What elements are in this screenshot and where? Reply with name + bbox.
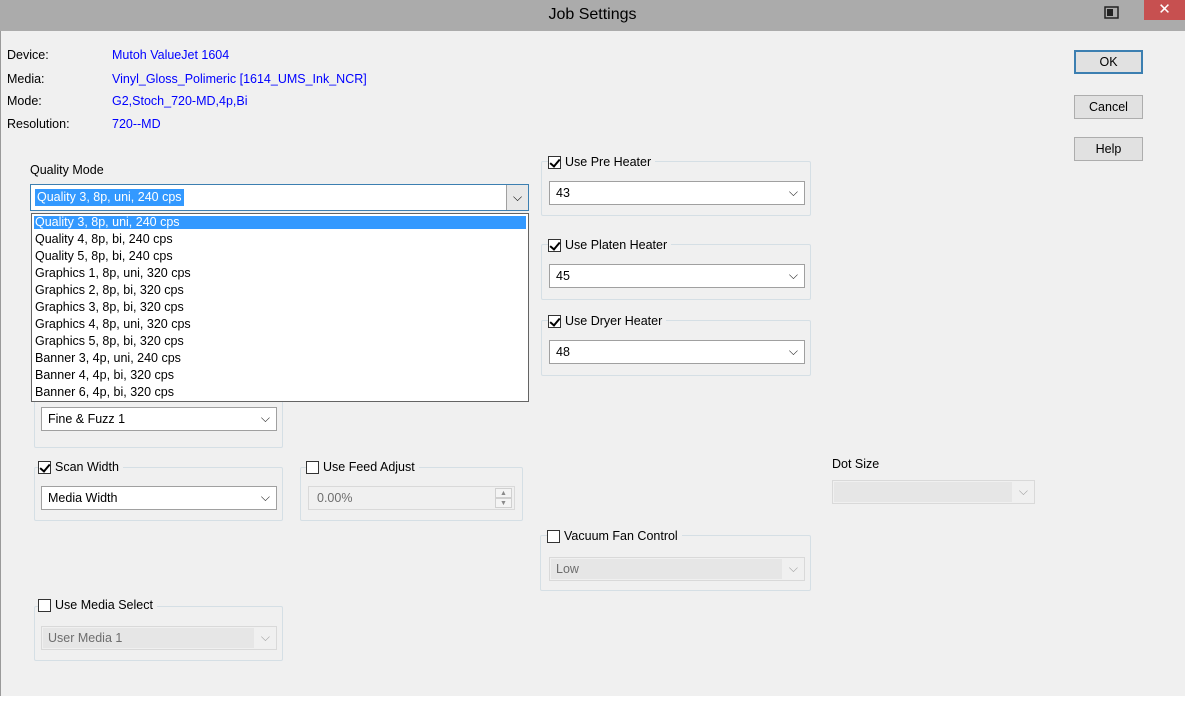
media-value: Vinyl_Gloss_Polimeric [1614_UMS_Ink_NCR] — [112, 72, 367, 86]
quality-mode-select[interactable]: Quality 3, 8p, uni, 240 cps ⌵ — [30, 184, 529, 211]
fine-fuzz-value: Fine & Fuzz 1 — [48, 412, 126, 426]
media-select-label: Use Media Select — [55, 598, 153, 612]
pre-heater-checkbox[interactable] — [548, 155, 561, 169]
media-label: Media: — [7, 72, 45, 86]
spin-up-icon[interactable]: ▲ — [495, 488, 512, 498]
mode-value: G2,Stoch_720-MD,4p,Bi — [112, 94, 248, 108]
dropdown-option[interactable]: Banner 3, 4p, uni, 240 cps — [34, 352, 526, 365]
dot-size-label: Dot Size — [832, 457, 880, 471]
chevron-down-icon: ⌵ — [788, 344, 798, 358]
window-title: Job Settings — [548, 6, 637, 23]
pre-heater-select[interactable]: 43 ⌵ — [549, 181, 805, 205]
spin-down-icon[interactable]: ▼ — [495, 498, 512, 508]
feed-adjust-value: 0.00% — [317, 491, 353, 505]
pre-heater-label: Use Pre Heater — [565, 155, 652, 169]
quality-mode-selected-value: Quality 3, 8p, uni, 240 cps — [35, 189, 184, 206]
scan-width-checkbox[interactable] — [38, 460, 51, 474]
scan-width-label: Scan Width — [55, 460, 119, 474]
mode-label: Mode: — [7, 94, 42, 108]
dropdown-option[interactable]: Graphics 4, 8p, uni, 320 cps — [34, 318, 526, 331]
fine-fuzz-select[interactable]: Fine & Fuzz 1 ⌵ — [41, 407, 277, 431]
cancel-button[interactable]: Cancel — [1074, 95, 1143, 119]
platen-heater-select[interactable]: 45 ⌵ — [549, 264, 805, 288]
feed-adjust-header[interactable]: Use Feed Adjust — [306, 459, 419, 475]
title-bar: Job Settings ✕ — [0, 0, 1185, 31]
vacuum-fan-field — [551, 559, 782, 579]
chevron-down-icon: ⌵ — [260, 630, 270, 644]
quality-mode-label: Quality Mode — [30, 163, 104, 177]
window-bottom-edge — [0, 696, 1185, 704]
feed-adjust-spinner[interactable]: 0.00% ▲ ▼ — [308, 486, 515, 510]
help-button[interactable]: Help — [1074, 137, 1143, 161]
pre-heater-value: 43 — [556, 186, 570, 200]
dot-size-field — [834, 482, 1012, 502]
dialog-body: Device: Mutoh ValueJet 1604 Media: Vinyl… — [0, 31, 1185, 696]
scan-width-value: Media Width — [48, 491, 118, 505]
feed-adjust-label: Use Feed Adjust — [323, 460, 415, 474]
dryer-heater-value: 48 — [556, 345, 570, 359]
resolution-value: 720--MD — [112, 117, 161, 131]
chevron-down-icon: ⌵ — [1018, 484, 1028, 498]
platen-heater-value: 45 — [556, 269, 570, 283]
dropdown-option[interactable]: Graphics 5, 8p, bi, 320 cps — [34, 335, 526, 348]
resolution-label: Resolution: — [7, 117, 70, 131]
media-select-header[interactable]: Use Media Select — [38, 597, 157, 613]
dryer-heater-header[interactable]: Use Dryer Heater — [548, 313, 667, 329]
chevron-down-icon: ⌵ — [788, 268, 798, 282]
platen-heater-checkbox[interactable] — [548, 238, 561, 252]
dropdown-option[interactable]: Banner 6, 4p, bi, 320 cps — [34, 386, 526, 399]
vacuum-fan-label: Vacuum Fan Control — [564, 529, 678, 543]
dropdown-option[interactable]: Graphics 1, 8p, uni, 320 cps — [34, 267, 526, 280]
dryer-heater-label: Use Dryer Heater — [565, 314, 663, 328]
media-select-value: User Media 1 — [48, 631, 123, 645]
dropdown-option[interactable]: Banner 4, 4p, bi, 320 cps — [34, 369, 526, 382]
dryer-heater-checkbox[interactable] — [548, 314, 561, 328]
media-select-select[interactable]: User Media 1 ⌵ — [41, 626, 277, 650]
vacuum-fan-checkbox[interactable] — [547, 529, 560, 543]
dropdown-option[interactable]: Quality 3, 8p, uni, 240 cps — [34, 216, 526, 229]
chevron-down-icon: ⌵ — [788, 561, 798, 575]
chevron-down-icon: ⌵ — [260, 490, 270, 504]
device-label: Device: — [7, 48, 49, 62]
ok-button[interactable]: OK — [1074, 50, 1143, 74]
vacuum-fan-select[interactable]: Low ⌵ — [549, 557, 805, 581]
dryer-heater-select[interactable]: 48 ⌵ — [549, 340, 805, 364]
close-icon: ✕ — [1158, 1, 1171, 18]
platen-heater-header[interactable]: Use Platen Heater — [548, 237, 672, 253]
chevron-down-icon: ⌵ — [260, 411, 270, 425]
quality-mode-dropdown-list: Quality 3, 8p, uni, 240 cps Quality 4, 8… — [31, 213, 529, 402]
dropdown-option[interactable]: Graphics 2, 8p, bi, 320 cps — [34, 284, 526, 297]
chevron-down-icon: ⌵ — [788, 185, 798, 199]
vacuum-fan-value: Low — [556, 562, 579, 576]
platen-heater-label: Use Platen Heater — [565, 238, 668, 252]
pre-heater-header[interactable]: Use Pre Heater — [548, 154, 656, 170]
vacuum-fan-header[interactable]: Vacuum Fan Control — [547, 528, 682, 544]
dropdown-option[interactable]: Quality 5, 8p, bi, 240 cps — [34, 250, 526, 263]
close-button[interactable]: ✕ — [1144, 0, 1185, 20]
snap-icon[interactable] — [1104, 6, 1120, 20]
feed-adjust-checkbox[interactable] — [306, 460, 319, 474]
dropdown-option[interactable]: Graphics 3, 8p, bi, 320 cps — [34, 301, 526, 314]
dot-size-select[interactable]: ⌵ — [832, 480, 1035, 504]
media-select-checkbox[interactable] — [38, 598, 51, 612]
chevron-down-icon[interactable]: ⌵ — [506, 185, 528, 210]
dropdown-option[interactable]: Quality 4, 8p, bi, 240 cps — [34, 233, 526, 246]
device-value: Mutoh ValueJet 1604 — [112, 48, 230, 62]
scan-width-header[interactable]: Scan Width — [38, 459, 123, 475]
scan-width-select[interactable]: Media Width ⌵ — [41, 486, 277, 510]
